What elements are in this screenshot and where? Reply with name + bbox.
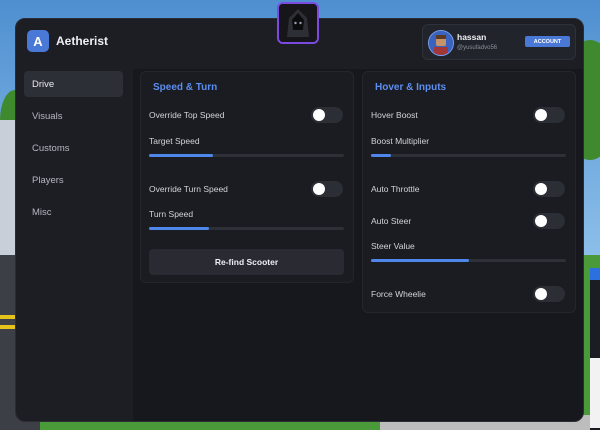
refind-scooter-button[interactable]: Re-find Scooter (149, 249, 344, 275)
sidebar-item-players[interactable]: Players (24, 167, 123, 193)
auto-steer-label: Auto Steer (371, 216, 412, 226)
toggle-knob (535, 183, 547, 195)
main-window: A Aetherist Drive Visuals Customs Player… (15, 18, 584, 422)
auto-throttle-toggle[interactable] (533, 181, 565, 197)
account-name: hassan (457, 32, 487, 42)
content-area: Speed & Turn Override Top Speed Target S… (133, 69, 583, 421)
force-wheelie-label: Force Wheelie (371, 289, 426, 299)
card-title: Hover & Inputs (375, 82, 447, 93)
sidebar-item-drive[interactable]: Drive (24, 71, 123, 97)
toggle-knob (535, 288, 547, 300)
target-speed-label: Target Speed (149, 136, 200, 146)
app-title: Aetherist (56, 34, 109, 48)
override-turn-speed-label: Override Turn Speed (149, 184, 228, 194)
hover-boost-label: Hover Boost (371, 110, 418, 120)
override-top-speed-label: Override Top Speed (149, 110, 225, 120)
slider-fill (371, 259, 469, 262)
account-username: @yusufadvo56 (457, 45, 498, 51)
sidebar-item-visuals[interactable]: Visuals (24, 103, 123, 129)
boost-multiplier-label: Boost Multiplier (371, 136, 430, 146)
steer-value-slider[interactable] (371, 259, 566, 262)
boost-multiplier-slider[interactable] (371, 154, 566, 157)
turn-speed-slider[interactable] (149, 227, 344, 230)
auto-steer-toggle[interactable] (533, 213, 565, 229)
turn-speed-label: Turn Speed (149, 209, 194, 219)
toggle-knob (535, 215, 547, 227)
slider-fill (149, 154, 214, 157)
hooded-figure-icon (279, 4, 317, 42)
card-title: Speed & Turn (153, 82, 218, 93)
toggle-knob (313, 183, 325, 195)
force-wheelie-toggle[interactable] (533, 286, 565, 302)
sidebar: Drive Visuals Customs Players Misc (16, 69, 131, 421)
avatar (428, 30, 454, 56)
target-speed-slider[interactable] (149, 154, 344, 157)
hover-boost-toggle[interactable] (533, 107, 565, 123)
account-button[interactable]: ACCOUNT (525, 36, 570, 47)
sidebar-item-customs[interactable]: Customs (24, 135, 123, 161)
app-logo: A (27, 30, 49, 52)
override-top-speed-toggle[interactable] (311, 107, 343, 123)
toggle-knob (313, 109, 325, 121)
steer-value-label: Steer Value (371, 241, 415, 251)
override-turn-speed-toggle[interactable] (311, 181, 343, 197)
game-side-panel (590, 268, 600, 430)
speed-turn-card: Speed & Turn Override Top Speed Target S… (140, 71, 354, 283)
sidebar-item-misc[interactable]: Misc (24, 199, 123, 225)
toggle-knob (535, 109, 547, 121)
hooded-avatar-icon[interactable] (277, 2, 319, 44)
slider-fill (371, 154, 391, 157)
auto-throttle-label: Auto Throttle (371, 184, 420, 194)
hover-inputs-card: Hover & Inputs Hover Boost Boost Multipl… (362, 71, 576, 313)
user-avatar-icon (429, 31, 453, 55)
slider-fill (149, 227, 210, 230)
account-card: hassan @yusufadvo56 ACCOUNT (422, 24, 576, 60)
